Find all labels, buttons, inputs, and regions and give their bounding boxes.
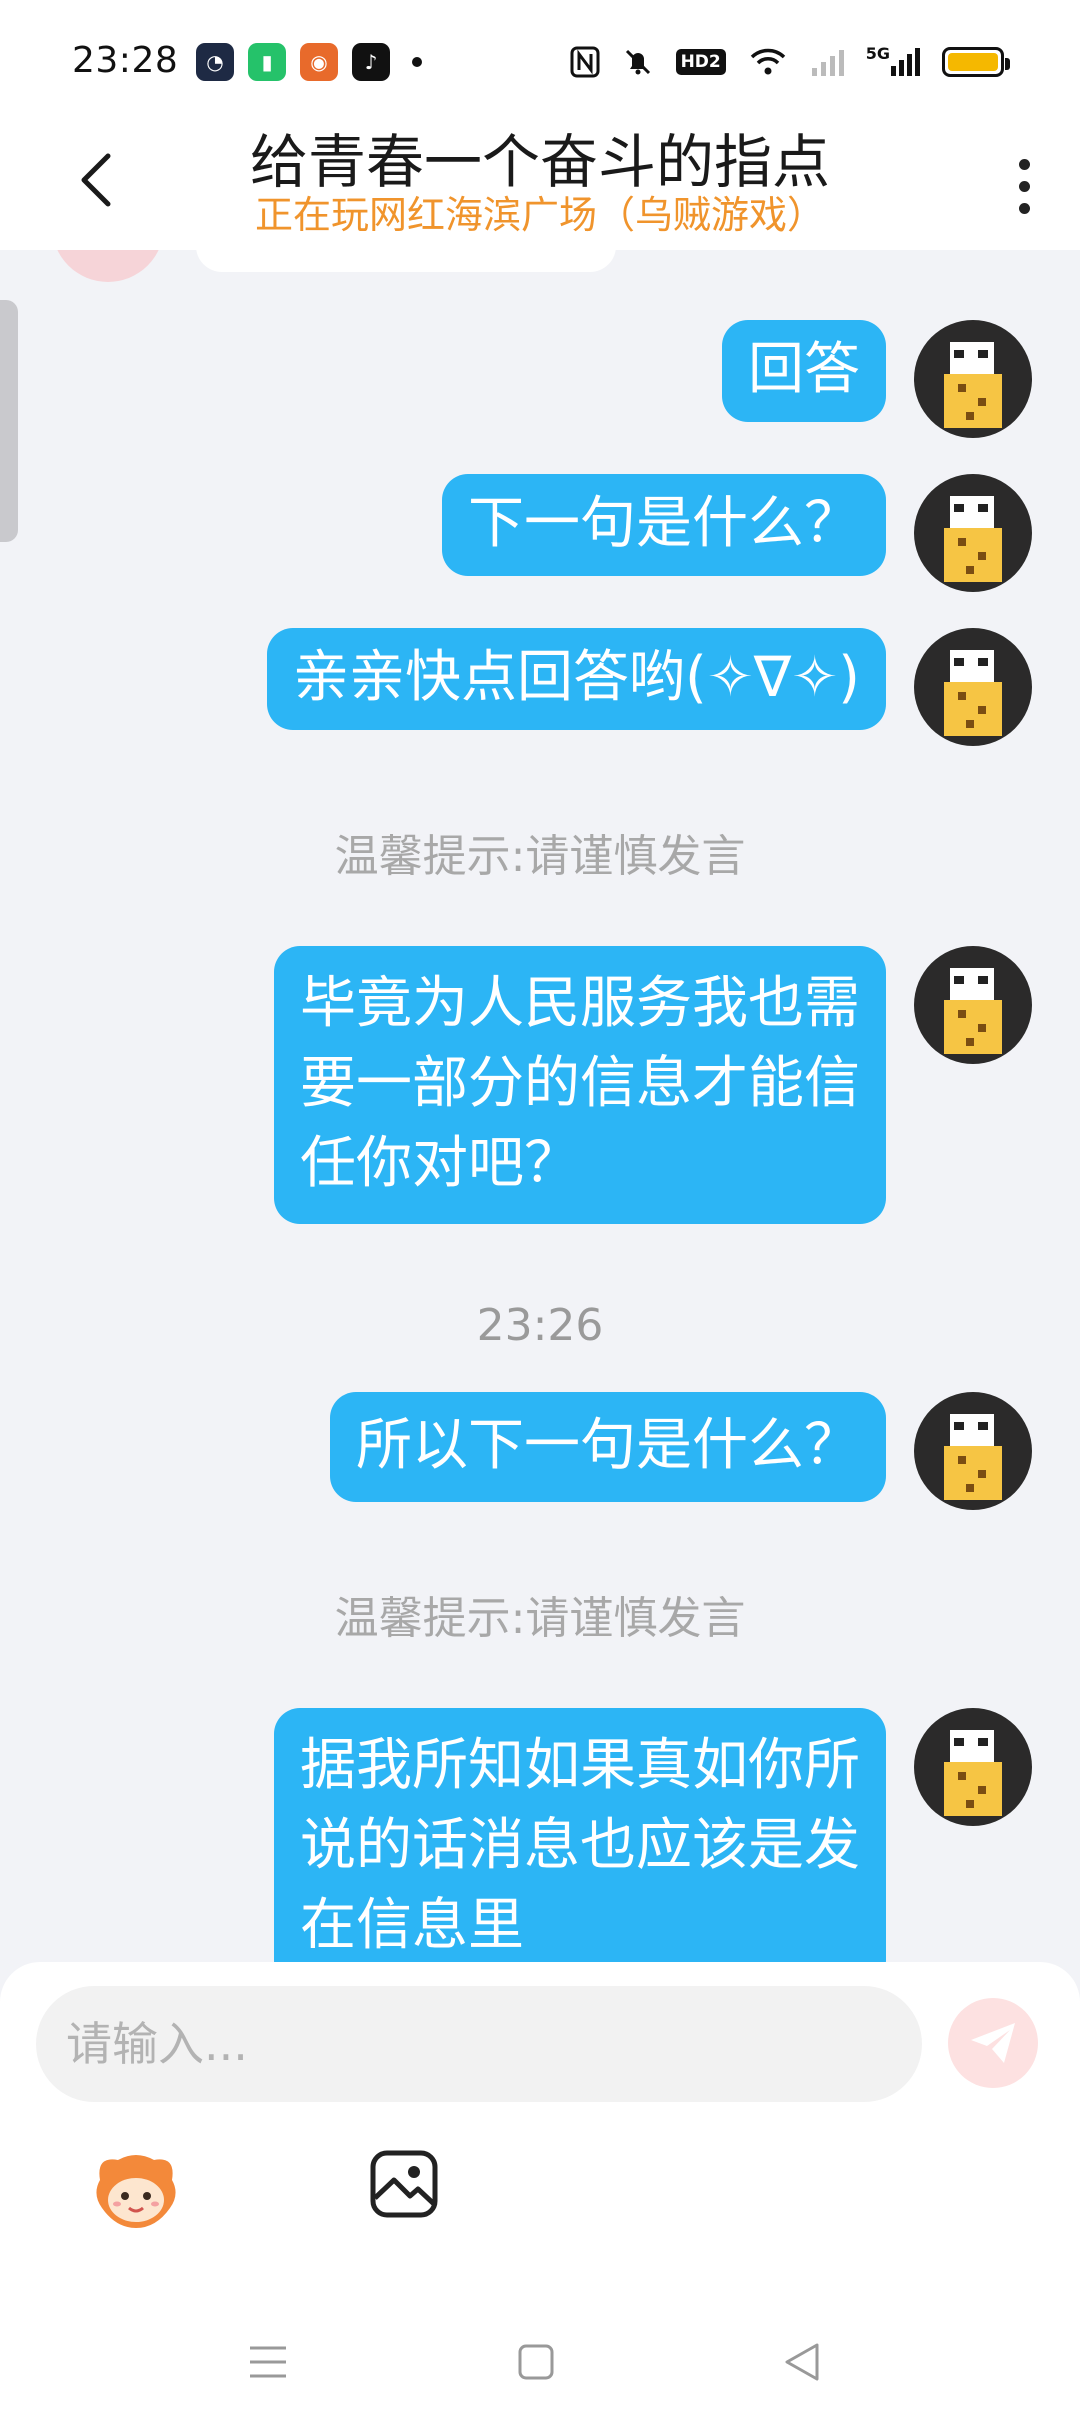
battery-app-icon: ▮ [248,43,286,81]
user-avatar[interactable] [914,320,1032,438]
more-dot-icon [1018,202,1030,214]
status-app-icons: ◔ ▮ ◉ ♪ [196,42,422,82]
system-navigation-bar [0,2332,1080,2412]
other-user-avatar[interactable] [52,250,164,282]
status-time: 23:28 [72,40,179,81]
signal-weak-icon [810,44,844,80]
battery-cap [1005,58,1010,70]
sent-message-bubble[interactable]: 亲亲快点回答哟(✧∇✧) [267,628,886,730]
battery-icon [942,47,1010,77]
hd-badge: HD2 [675,44,726,80]
chat-subtitle[interactable]: 正在玩网红海滨广场（乌贼游戏） [0,190,1080,240]
battery-fill [948,53,998,71]
triangle-back-icon [785,2343,819,2381]
status-indicators: HD2 5G [570,42,1010,82]
more-dot-icon [1018,180,1030,192]
recent-apps-button[interactable] [238,2332,298,2392]
chat-header: 给青春一个奋斗的指点 正在玩网红海滨广场（乌贼游戏） [0,120,1080,250]
user-avatar[interactable] [914,1708,1032,1826]
sent-message-bubble[interactable]: 据我所知如果真如你所 说的话消息也应该是发 在信息里 [274,1708,886,1962]
system-back-button[interactable] [772,2332,832,2392]
pixel-character-avatar-icon [944,650,1002,736]
user-avatar[interactable] [914,474,1032,592]
warning-notice: 温馨提示:请谨慎发言 [334,831,746,882]
pixel-character-avatar-icon [944,342,1002,428]
more-dot-icon [1018,158,1030,170]
signal-5g-icon: 5G [866,44,920,80]
pixel-character-avatar-icon [944,1730,1002,1816]
more-options-button[interactable] [994,144,1054,228]
pixel-character-avatar-icon [944,968,1002,1054]
square-home-icon [518,2344,554,2380]
user-avatar[interactable] [914,628,1032,746]
nfc-icon [570,44,600,80]
mute-bell-icon [622,44,654,80]
send-plane-icon [971,2023,1015,2063]
message-timestamp: 23:26 [476,1300,604,1351]
clock-app-icon: ◔ [196,43,234,81]
input-panel [0,1962,1080,2412]
home-button[interactable] [506,2332,566,2392]
previous-message-bubble[interactable] [196,250,616,272]
emoji-button[interactable] [92,2150,180,2230]
more-notifications-dot [412,57,422,67]
user-avatar[interactable] [914,946,1032,1064]
message-list[interactable]: 回答 下一句是什么？ 亲亲快点回答哟(✧∇✧) 温馨提示:请谨慎发言 毕竟为人民… [0,250,1080,1962]
sent-message-bubble[interactable]: 下一句是什么？ [442,474,886,576]
mascot-emoji-icon [96,2155,176,2228]
image-icon [370,2150,438,2218]
pixel-character-avatar-icon [944,496,1002,582]
image-picker-button[interactable] [368,2148,440,2220]
game-app-icon: ◉ [300,43,338,81]
pixel-character-avatar-icon [944,1414,1002,1500]
message-input[interactable] [36,1986,922,2102]
tiktok-icon: ♪ [352,43,390,81]
user-avatar[interactable] [914,1392,1032,1510]
sent-message-bubble[interactable]: 回答 [722,320,886,422]
send-button[interactable] [948,1998,1038,2088]
scroll-handle[interactable] [0,300,18,542]
status-bar: 23:28 ◔ ▮ ◉ ♪ HD2 5G [0,0,1080,120]
sent-message-bubble[interactable]: 毕竟为人民服务我也需 要一部分的信息才能信 任你对吧？ [274,946,886,1224]
menu-lines-icon [250,2346,286,2378]
sent-message-bubble[interactable]: 所以下一句是什么？ [330,1392,886,1502]
warning-notice: 温馨提示:请谨慎发言 [334,1593,746,1644]
wifi-icon [748,44,788,80]
